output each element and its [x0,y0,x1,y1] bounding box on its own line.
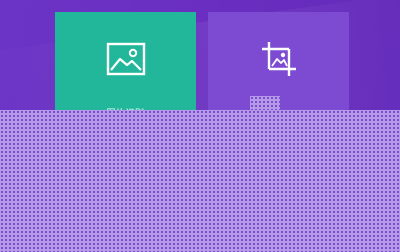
image-recognition-tile[interactable]: 图片识别 [55,12,196,122]
noise-overlay [0,110,400,252]
corner-watermark [364,20,400,32]
app-window: 图片识别 [0,0,400,252]
crop-icon [261,42,296,76]
image-icon [106,42,145,76]
